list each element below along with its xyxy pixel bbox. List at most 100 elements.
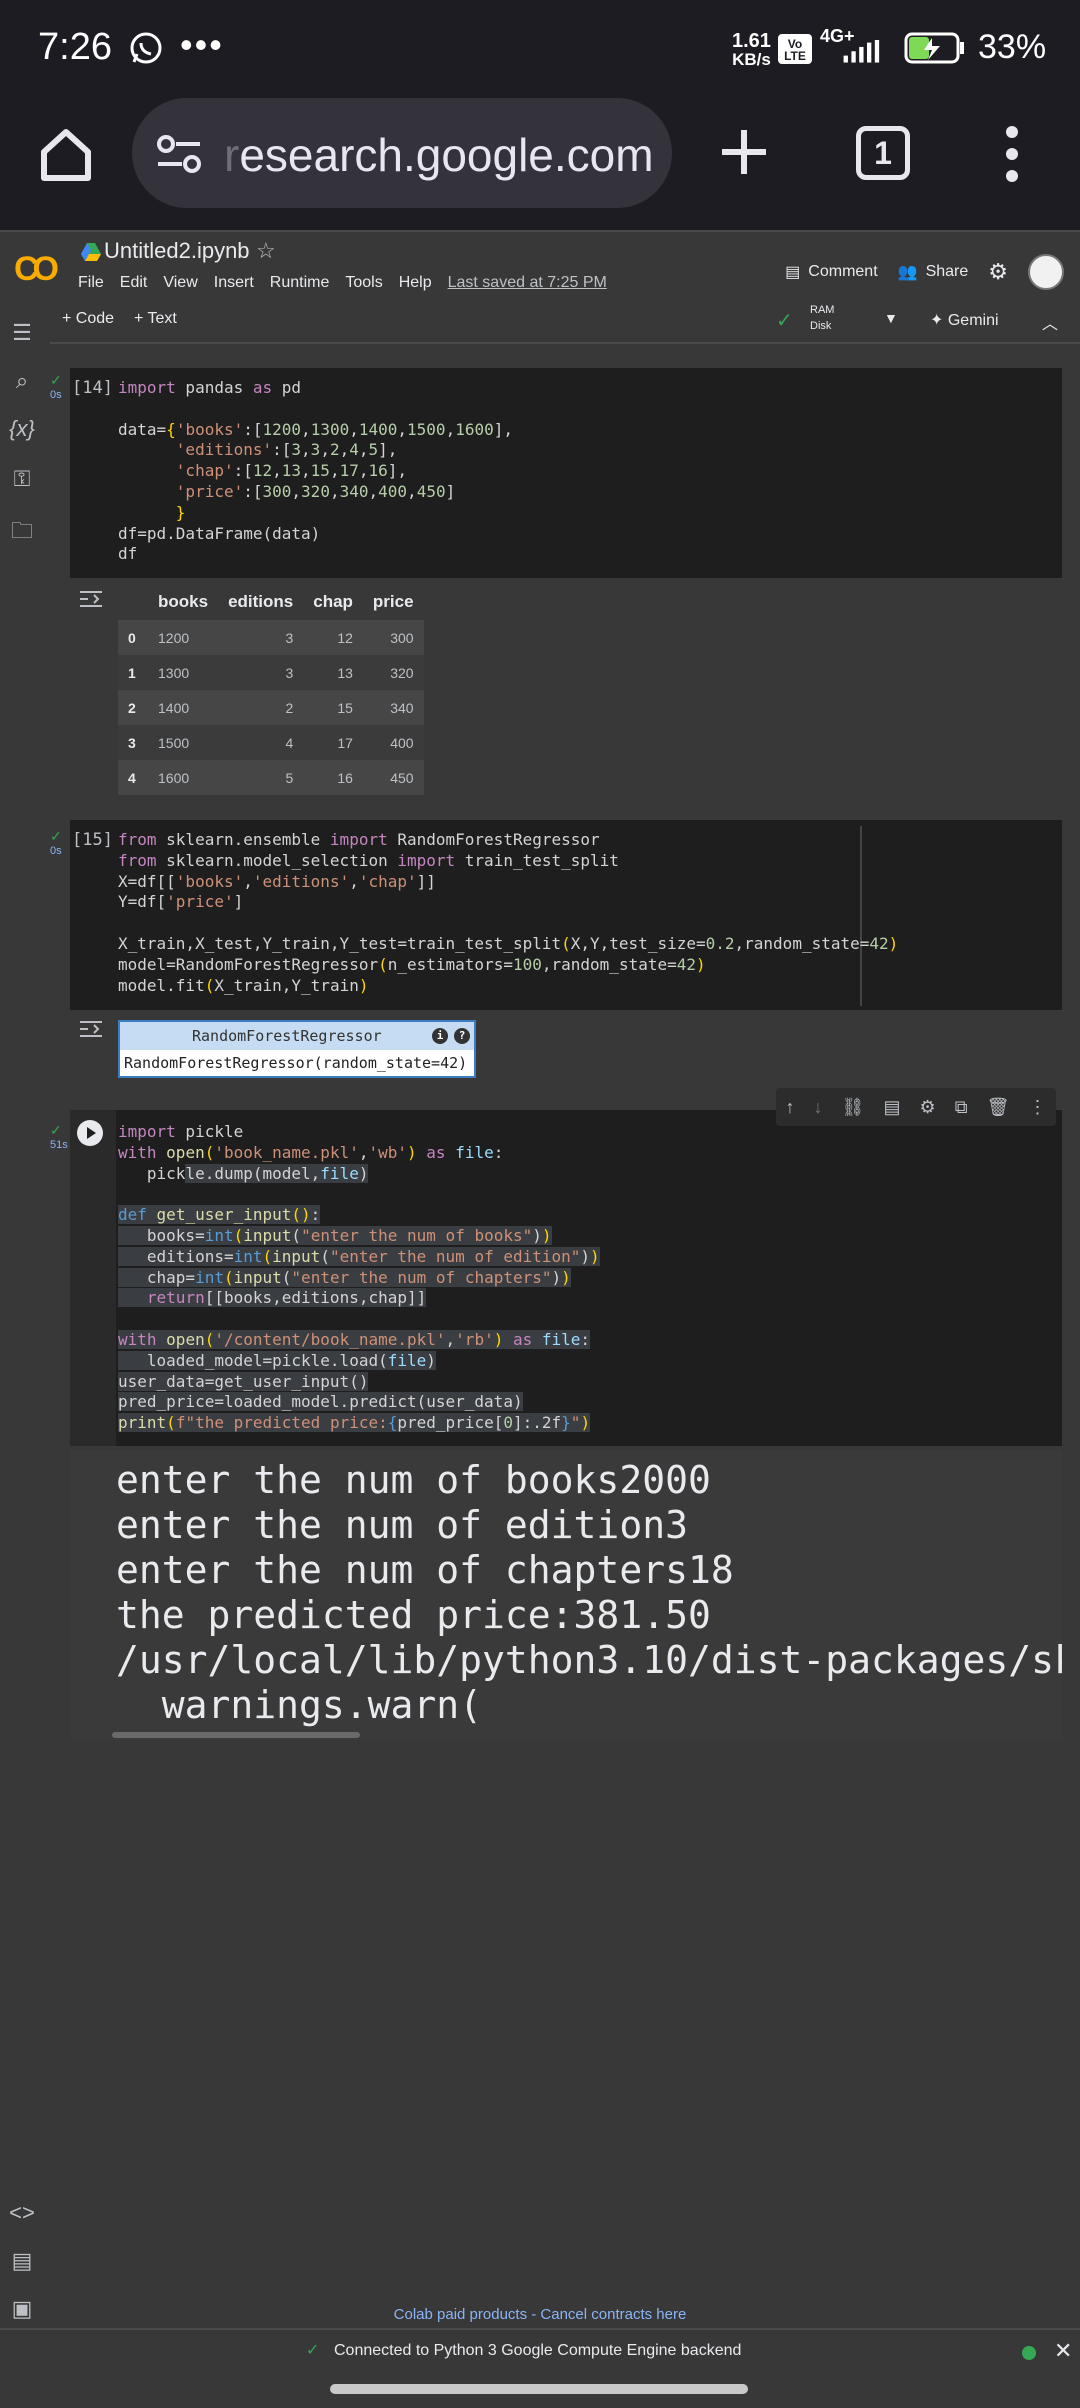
table-row: 1 1300 3 13 320 bbox=[118, 655, 424, 690]
gesture-bar[interactable] bbox=[330, 2384, 748, 2394]
table-row: 2 1400 2 15 340 bbox=[118, 690, 424, 725]
table-header bbox=[118, 584, 148, 620]
play-icon bbox=[87, 1127, 96, 1139]
key-icon[interactable]: ⚿ bbox=[8, 466, 36, 494]
connected-check-icon: ✓ bbox=[776, 310, 793, 332]
estimator-header[interactable]: RandomForestRegressor i ? bbox=[120, 1022, 474, 1050]
network-speed: 1.61 KB/s bbox=[732, 30, 771, 69]
last-saved-link[interactable]: Last saved at 7:25 PM bbox=[448, 274, 607, 292]
info-icon[interactable]: i bbox=[432, 1028, 448, 1044]
resource-indicator[interactable]: RAM Disk bbox=[810, 302, 834, 334]
status-bar: 7:26 ••• 1.61 KB/s Vo LTE 4G+ 33% bbox=[0, 0, 1080, 98]
chevron-up-icon[interactable]: ︿ bbox=[1042, 310, 1058, 334]
horizontal-scrollbar[interactable] bbox=[112, 1732, 360, 1738]
table-header: editions bbox=[228, 592, 294, 611]
cell-toolbar: ↑ ↓ ⛓ ▤ ⚙ ⧉ 🗑 ⋮ bbox=[776, 1088, 1056, 1126]
execution-count: [14] bbox=[72, 378, 113, 398]
folder-icon[interactable]: 🗀 bbox=[8, 514, 36, 543]
tab-switcher-button[interactable]: 1 bbox=[856, 126, 910, 180]
battery-percent: 33% bbox=[978, 28, 1047, 66]
variables-icon[interactable]: {x} bbox=[8, 416, 36, 444]
notebook-toolbar: + Code + Text ✓ RAM Disk ▼ ✦ Gemini ︿ bbox=[50, 300, 1080, 344]
estimator-text: RandomForestRegressor(random_state=42) bbox=[124, 1054, 468, 1072]
site-settings-icon[interactable] bbox=[156, 134, 202, 174]
signal-icon bbox=[843, 40, 880, 63]
header-actions: ▤ Comment 👥 Share ⚙ bbox=[785, 254, 1064, 290]
command-palette-icon[interactable]: ▤ bbox=[8, 2248, 36, 2276]
share-button[interactable]: 👥 Share bbox=[898, 262, 969, 282]
code-editor[interactable]: import pickle with open('book_name.pkl',… bbox=[118, 1122, 600, 1434]
more-icon[interactable]: ⋮ bbox=[1028, 1097, 1046, 1118]
url-text: research.google.com bbox=[224, 129, 654, 181]
notebook-title[interactable]: Untitled2.ipynb bbox=[104, 238, 250, 264]
code-editor[interactable]: from sklearn.ensemble import RandomFores… bbox=[118, 830, 898, 996]
drive-icon bbox=[81, 243, 101, 261]
cell-status: ✓ 51s bbox=[50, 1122, 68, 1151]
gear-icon[interactable]: ⚙ bbox=[988, 259, 1008, 285]
cell-status: ✓ 0s bbox=[50, 828, 62, 857]
table-row: 4 1600 5 16 450 bbox=[118, 760, 424, 795]
add-code-button[interactable]: + Code bbox=[62, 310, 114, 328]
menu-runtime[interactable]: Runtime bbox=[270, 274, 330, 292]
clock: 7:26 bbox=[38, 26, 112, 68]
mirror-icon[interactable]: ⧉ bbox=[955, 1097, 968, 1118]
menu-insert[interactable]: Insert bbox=[214, 274, 254, 292]
table-row: 0 1200 3 12 300 bbox=[118, 620, 424, 655]
comment-icon: ▤ bbox=[785, 264, 801, 281]
avatar[interactable] bbox=[1028, 254, 1064, 290]
cell-output-text: enter the num of books2000 enter the num… bbox=[116, 1458, 1062, 1727]
volte-icon: Vo LTE bbox=[778, 34, 812, 64]
menu-view[interactable]: View bbox=[163, 274, 197, 292]
estimator-repr[interactable]: RandomForestRegressor i ? RandomForestRe… bbox=[118, 1020, 476, 1078]
menu-help[interactable]: Help bbox=[399, 274, 432, 292]
address-bar[interactable]: research.google.com bbox=[132, 98, 672, 208]
connection-status-bar: ✓ Connected to Python 3 Google Compute E… bbox=[0, 2328, 1080, 2368]
gemini-button[interactable]: ✦ Gemini bbox=[930, 310, 999, 330]
colab-logo[interactable]: CO bbox=[14, 250, 59, 289]
whatsapp-icon bbox=[130, 32, 162, 64]
output-toggle-icon[interactable] bbox=[78, 1016, 104, 1042]
table-header: price bbox=[372, 592, 414, 611]
connection-text: Connected to Python 3 Google Compute Eng… bbox=[334, 2342, 742, 2359]
menu-edit[interactable]: Edit bbox=[120, 274, 148, 292]
footer-links[interactable]: Colab paid products - Cancel contracts h… bbox=[0, 2306, 1080, 2323]
check-icon: ✓ bbox=[306, 2342, 320, 2359]
chevron-down-icon[interactable]: ▼ bbox=[884, 310, 898, 326]
code-snippets-icon[interactable]: <> bbox=[8, 2200, 36, 2228]
cell-status: ✓ 0s bbox=[50, 372, 62, 401]
add-text-button[interactable]: + Text bbox=[134, 310, 177, 328]
left-rail: ☰ ⌕ {x} ⚿ 🗀 <> ▤ ▣ bbox=[0, 300, 46, 2340]
search-icon[interactable]: ⌕ bbox=[8, 368, 36, 396]
menu-tools[interactable]: Tools bbox=[345, 274, 382, 292]
comment-button[interactable]: ▤ Comment bbox=[785, 262, 877, 282]
help-icon[interactable]: ? bbox=[454, 1028, 470, 1044]
connection-dot bbox=[1022, 2346, 1036, 2360]
share-people-icon: 👥 bbox=[897, 264, 918, 281]
star-icon[interactable]: ☆ bbox=[256, 238, 276, 264]
move-down-icon[interactable]: ↓ bbox=[814, 1097, 823, 1118]
table-row: 3 1500 4 17 400 bbox=[118, 725, 424, 760]
toc-icon[interactable]: ☰ bbox=[8, 320, 36, 348]
delete-icon[interactable]: 🗑 bbox=[987, 1097, 1010, 1118]
dataframe-table: books editions chap price 0 1200 3 12 300 11… bbox=[118, 584, 424, 795]
browser-toolbar: research.google.com 1 bbox=[0, 98, 1080, 230]
close-icon[interactable]: ✕ bbox=[1054, 2338, 1072, 2364]
run-cell-button[interactable] bbox=[77, 1120, 103, 1146]
output-toggle-icon[interactable] bbox=[78, 586, 104, 612]
menu-bar: File Edit View Insert Runtime Tools Help… bbox=[78, 274, 607, 292]
link-icon[interactable]: ⛓ bbox=[842, 1097, 865, 1118]
menu-file[interactable]: File bbox=[78, 274, 104, 292]
table-header: chap bbox=[313, 592, 353, 611]
more-notifications-icon: ••• bbox=[180, 24, 224, 65]
home-icon[interactable] bbox=[36, 124, 96, 184]
move-up-icon[interactable]: ↑ bbox=[786, 1097, 795, 1118]
new-tab-icon[interactable] bbox=[718, 126, 770, 178]
execution-count: [15] bbox=[72, 830, 113, 850]
gear-icon[interactable]: ⚙ bbox=[920, 1097, 936, 1118]
kebab-menu-icon[interactable] bbox=[1000, 124, 1024, 184]
battery-icon bbox=[904, 32, 964, 64]
code-editor[interactable]: import pandas as pd data={'books':[1200,… bbox=[118, 378, 513, 565]
cell-gutter bbox=[70, 1110, 116, 1446]
comment-icon[interactable]: ▤ bbox=[883, 1097, 900, 1118]
table-header: books bbox=[158, 592, 209, 611]
